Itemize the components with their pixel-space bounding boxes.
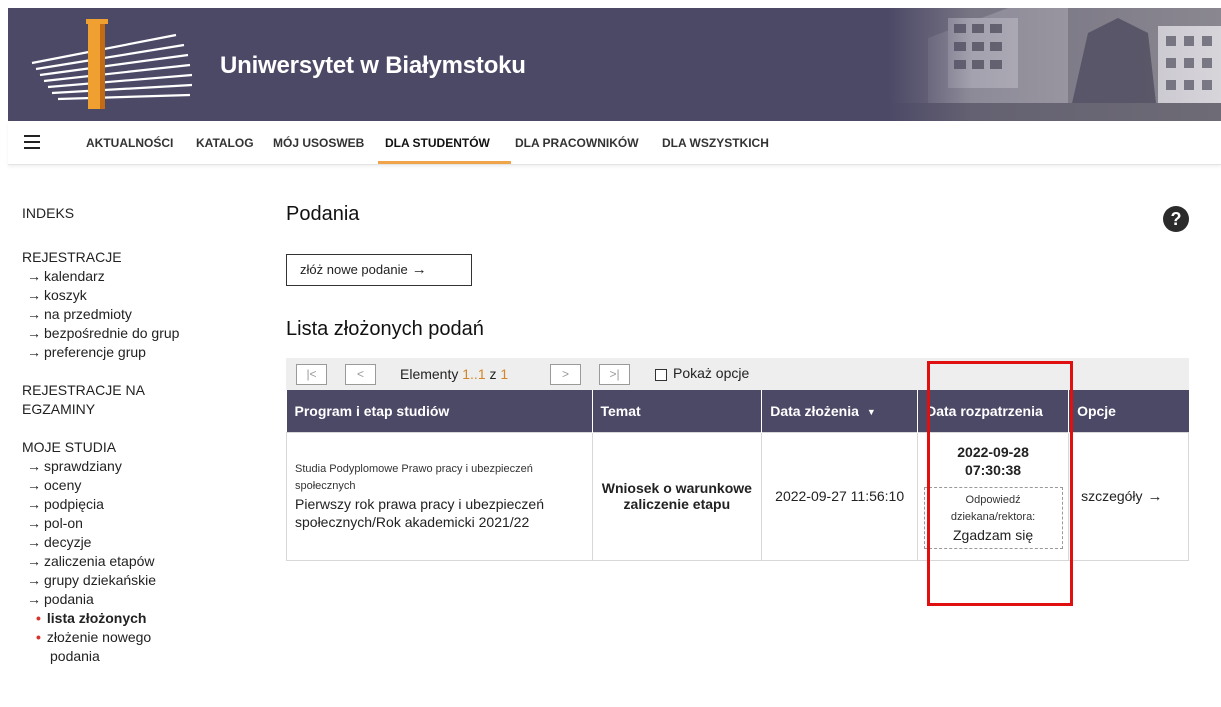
col-data-zlozenia[interactable]: Data złożenia ▼ [761,390,919,432]
sidebar-item-koszyk[interactable]: → koszyk [22,286,242,305]
cell-opcje: szczegóły → [1068,431,1189,561]
nav-katalog[interactable]: KATALOG [196,136,254,150]
arrow-right-icon: → [27,287,41,303]
sidebar-indeks[interactable]: INDEKS [22,204,242,223]
new-application-button[interactable]: złóż nowe podanie → [286,254,472,286]
arrow-right-icon: → [27,344,41,360]
sidebar: INDEKS REJESTRACJE → kalendarz → koszyk → n… [22,204,242,685]
sidebar-item-pol-on[interactable]: → pol-on [22,514,242,533]
arrow-right-icon: → [27,496,41,512]
cell-data-zlozenia: 2022-09-27 11:56:10 [761,431,919,561]
nav-moj-usosweb[interactable]: MÓJ USOSWEB [273,136,364,150]
show-options-label[interactable]: Pokaż opcje [673,365,749,381]
sort-desc-icon: ▼ [866,406,876,417]
elements-counter: Elementy 1..1 z 1 [400,366,509,382]
sidebar-item-grupy-dziekanskie[interactable]: → grupy dziekańskie [22,571,242,590]
list-title: Lista złożonych podań [286,318,484,340]
sidebar-item-podpiecia[interactable]: → podpięcia [22,495,242,514]
nav-dla-studentow[interactable]: DLA STUDENTÓW [385,136,490,150]
highlight-annotation-rect [927,361,1073,606]
sidebar-subitem-zlozenie-nowego[interactable]: • złożenie nowego podania [22,628,242,666]
sidebar-subitem-lista-zlozonych[interactable]: • lista złożonych [22,609,242,628]
arrow-right-icon: → [27,591,41,607]
arrow-right-icon: → [27,534,41,550]
nav-dla-pracownikow[interactable]: DLA PRACOWNIKÓW [515,136,639,150]
col-temat[interactable]: Temat [592,390,763,432]
menu-icon[interactable] [24,135,40,149]
arrow-right-icon: → [27,553,41,569]
sidebar-item-oceny[interactable]: → oceny [22,476,242,495]
next-page-button[interactable]: > [550,364,581,385]
sidebar-item-kalendarz[interactable]: → kalendarz [22,267,242,286]
arrow-right-icon: → [27,458,41,474]
site-title: Uniwersytet w Białymstoku [220,52,526,79]
show-options-checkbox[interactable] [655,369,667,381]
sidebar-moje-studia[interactable]: MOJE STUDIA [22,438,242,457]
first-page-button[interactable]: |< [296,364,327,385]
bullet-icon: • [36,610,41,626]
university-logo-icon[interactable] [26,15,198,113]
sidebar-rejestracje-egzaminy[interactable]: REJESTRACJE NA EGZAMINY [22,381,242,419]
arrow-right-icon: → [27,572,41,588]
col-program[interactable]: Program i etap studiów [286,390,593,432]
col-opcje: Opcje [1068,390,1189,432]
arrow-right-icon: → [27,515,41,531]
arrow-right-icon: → [27,268,41,284]
sidebar-item-sprawdziany[interactable]: → sprawdziany [22,457,242,476]
main-nav: AKTUALNOŚCI KATALOG MÓJ USOSWEB DLA STUD… [8,121,1221,165]
sidebar-item-bezposrednie[interactable]: → bezpośrednie do grup [22,324,242,343]
arrow-right-icon: → [27,306,41,322]
nav-aktualnosci[interactable]: AKTUALNOŚCI [86,136,173,150]
help-icon[interactable]: ? [1163,206,1189,232]
sidebar-rejestracje[interactable]: REJESTRACJE [22,248,242,267]
sidebar-item-podania[interactable]: → podania [22,590,242,609]
last-page-button[interactable]: >| [599,364,630,385]
sidebar-item-decyzje[interactable]: → decyzje [22,533,242,552]
nav-dla-wszystkich[interactable]: DLA WSZYSTKICH [662,136,769,150]
bullet-icon: • [36,629,41,645]
site-header: Uniwersytet w Białymstoku [8,8,1221,121]
cell-program: Studia Podyplomowe Prawo pracy i ubezpie… [286,431,593,561]
arrow-right-icon: → [27,477,41,493]
cell-temat: Wniosek o warunkowe zaliczenie etapu [591,431,763,561]
sidebar-item-na-przedmioty[interactable]: → na przedmioty [22,305,242,324]
sidebar-item-zaliczenia-etapow[interactable]: → zaliczenia etapów [22,552,242,571]
arrow-right-icon: → [27,325,41,341]
page-title: Podania [286,203,360,225]
prev-page-button[interactable]: < [345,364,376,385]
arrow-right-icon: → [411,261,427,278]
details-link[interactable]: szczegóły → [1081,487,1163,505]
arrow-right-icon: → [1147,487,1163,505]
sidebar-item-preferencje[interactable]: → preferencje grup [22,343,242,362]
active-tab-underline [378,161,511,164]
campus-building-image [888,8,1221,121]
